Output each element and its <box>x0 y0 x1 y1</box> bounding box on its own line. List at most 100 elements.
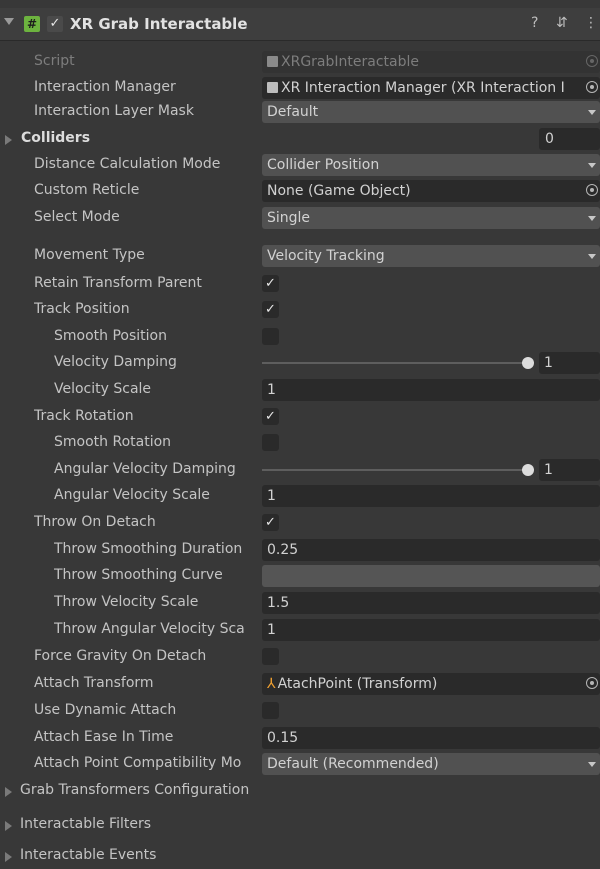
attach-transform-field[interactable]: ⅄ AtachPoint (Transform) <box>262 673 600 695</box>
velocity-damping-slider-thumb[interactable] <box>522 357 534 369</box>
interaction-manager-value: XR Interaction Manager (XR Interaction I <box>281 80 565 96</box>
row-attach-transform: Attach Transform ⅄ AtachPoint (Transform) <box>0 671 600 697</box>
distance-calculation-mode-dropdown[interactable]: Collider Position <box>262 154 600 176</box>
throw-smoothing-curve-field[interactable] <box>262 565 600 587</box>
attach-point-compatibility-mode-value: Default (Recommended) <box>267 756 439 772</box>
interaction-manager-field[interactable]: XR Interaction Manager (XR Interaction I <box>262 77 600 99</box>
force-gravity-on-detach-checkbox[interactable] <box>262 648 279 665</box>
chevron-down-icon <box>588 254 596 259</box>
throw-smoothing-duration-field[interactable]: 0.25 <box>262 539 600 561</box>
use-dynamic-attach-checkbox[interactable] <box>262 702 279 719</box>
row-throw-smoothing-curve: Throw Smoothing Curve <box>0 563 600 589</box>
row-velocity-scale: Velocity Scale 1 <box>0 377 600 403</box>
row-angular-velocity-damping: Angular Velocity Damping 1 <box>0 457 600 483</box>
angular-velocity-damping-slider-thumb[interactable] <box>522 464 534 476</box>
velocity-damping-value-field[interactable]: 1 <box>539 352 600 374</box>
interaction-layer-mask-value: Default <box>267 104 319 120</box>
colliders-count-field[interactable]: 0 <box>539 128 600 150</box>
component-title: XR Grab Interactable <box>70 15 248 33</box>
track-position-label: Track Position <box>34 301 130 317</box>
row-custom-reticle: Custom Reticle None (Game Object) <box>0 178 600 204</box>
throw-velocity-scale-field[interactable]: 1.5 <box>262 592 600 614</box>
custom-reticle-label: Custom Reticle <box>34 182 140 198</box>
script-component-icon: # <box>24 16 40 32</box>
angular-velocity-damping-slider-track[interactable] <box>262 469 532 471</box>
select-mode-value: Single <box>267 210 311 226</box>
distance-calculation-mode-label: Distance Calculation Mode <box>34 156 221 172</box>
throw-smoothing-curve-label: Throw Smoothing Curve <box>54 567 223 583</box>
row-track-rotation: Track Rotation ✓ <box>0 404 600 430</box>
movement-type-dropdown[interactable]: Velocity Tracking <box>262 245 600 267</box>
row-interaction-manager: Interaction Manager XR Interaction Manag… <box>0 75 600 101</box>
attach-point-compatibility-mode-label: Attach Point Compatibility Mo <box>34 755 242 771</box>
row-smooth-rotation: Smooth Rotation <box>0 430 600 456</box>
row-colliders[interactable]: Colliders 0 <box>0 126 600 152</box>
throw-smoothing-duration-label: Throw Smoothing Duration <box>54 541 243 557</box>
component-header[interactable]: # ✓ XR Grab Interactable ? ⇵ ⋮ <box>0 8 600 41</box>
script-label: Script <box>34 53 75 69</box>
smooth-position-checkbox[interactable] <box>262 328 279 345</box>
transform-icon: ⅄ <box>267 676 276 692</box>
throw-on-detach-checkbox[interactable]: ✓ <box>262 514 279 531</box>
track-rotation-checkbox[interactable]: ✓ <box>262 408 279 425</box>
foldout-interactable-events[interactable]: Interactable Events <box>0 843 600 869</box>
component-fold-arrow-icon[interactable] <box>4 18 14 25</box>
interaction-layer-mask-label: Interaction Layer Mask <box>34 103 194 119</box>
velocity-scale-label: Velocity Scale <box>54 381 152 397</box>
angular-velocity-scale-label: Angular Velocity Scale <box>54 487 210 503</box>
attach-ease-in-time-label: Attach Ease In Time <box>34 729 174 745</box>
throw-angular-velocity-scale-field[interactable]: 1 <box>262 619 600 641</box>
row-use-dynamic-attach: Use Dynamic Attach <box>0 698 600 724</box>
attach-transform-label: Attach Transform <box>34 675 154 691</box>
foldout-arrow-icon[interactable] <box>5 135 12 145</box>
help-icon[interactable]: ? <box>531 15 538 31</box>
interactable-filters-label[interactable]: Interactable Filters <box>20 816 151 832</box>
row-smooth-position: Smooth Position <box>0 324 600 350</box>
track-position-checkbox[interactable]: ✓ <box>262 301 279 318</box>
row-velocity-damping: Velocity Damping 1 <box>0 350 600 376</box>
presets-icon[interactable]: ⇵ <box>556 15 568 31</box>
row-throw-on-detach: Throw On Detach ✓ <box>0 510 600 536</box>
row-throw-velocity-scale: Throw Velocity Scale 1.5 <box>0 590 600 616</box>
throw-on-detach-label: Throw On Detach <box>34 514 156 530</box>
interaction-layer-mask-dropdown[interactable]: Default <box>262 101 600 123</box>
velocity-scale-field[interactable]: 1 <box>262 379 600 401</box>
select-mode-dropdown[interactable]: Single <box>262 207 600 229</box>
row-movement-type: Movement Type Velocity Tracking <box>0 243 600 269</box>
use-dynamic-attach-label: Use Dynamic Attach <box>34 702 177 718</box>
angular-velocity-damping-value-field[interactable]: 1 <box>539 459 600 481</box>
context-menu-icon[interactable]: ⋮ <box>584 15 598 31</box>
foldout-arrow-icon[interactable] <box>5 821 12 831</box>
script-field: XRGrabInteractable <box>262 51 600 73</box>
custom-reticle-value: None (Game Object) <box>267 183 411 199</box>
velocity-damping-slider-track[interactable] <box>262 362 532 364</box>
row-angular-velocity-scale: Angular Velocity Scale 1 <box>0 483 600 509</box>
smooth-position-label: Smooth Position <box>54 328 167 344</box>
throw-velocity-scale-label: Throw Velocity Scale <box>54 594 199 610</box>
colliders-label[interactable]: Colliders <box>21 130 90 146</box>
movement-type-label: Movement Type <box>34 247 145 263</box>
attach-point-compatibility-mode-dropdown[interactable]: Default (Recommended) <box>262 753 600 775</box>
retain-transform-parent-label: Retain Transform Parent <box>34 275 202 291</box>
grab-transformers-configuration-label[interactable]: Grab Transformers Configuration <box>20 782 249 798</box>
row-throw-angular-velocity-scale: Throw Angular Velocity Sca 1 <box>0 617 600 643</box>
attach-ease-in-time-field[interactable]: 0.15 <box>262 727 600 749</box>
foldout-arrow-icon[interactable] <box>5 787 12 797</box>
smooth-rotation-label: Smooth Rotation <box>54 434 172 450</box>
distance-calculation-mode-value: Collider Position <box>267 157 380 173</box>
chevron-down-icon <box>588 762 596 767</box>
object-picker-icon[interactable] <box>586 677 598 689</box>
angular-velocity-damping-label: Angular Velocity Damping <box>54 461 236 477</box>
object-picker-icon[interactable] <box>586 184 598 196</box>
select-mode-label: Select Mode <box>34 209 120 225</box>
retain-transform-parent-checkbox[interactable]: ✓ <box>262 275 279 292</box>
smooth-rotation-checkbox[interactable] <box>262 434 279 451</box>
object-picker-icon[interactable] <box>586 81 598 93</box>
throw-angular-velocity-scale-label: Throw Angular Velocity Sca <box>54 621 245 637</box>
chevron-down-icon <box>588 163 596 168</box>
angular-velocity-scale-field[interactable]: 1 <box>262 485 600 507</box>
foldout-grab-transformers-configuration[interactable]: Grab Transformers Configuration <box>0 778 600 804</box>
custom-reticle-field[interactable]: None (Game Object) <box>262 180 600 202</box>
foldout-interactable-filters[interactable]: Interactable Filters <box>0 812 600 838</box>
component-enabled-checkbox[interactable]: ✓ <box>47 16 63 32</box>
